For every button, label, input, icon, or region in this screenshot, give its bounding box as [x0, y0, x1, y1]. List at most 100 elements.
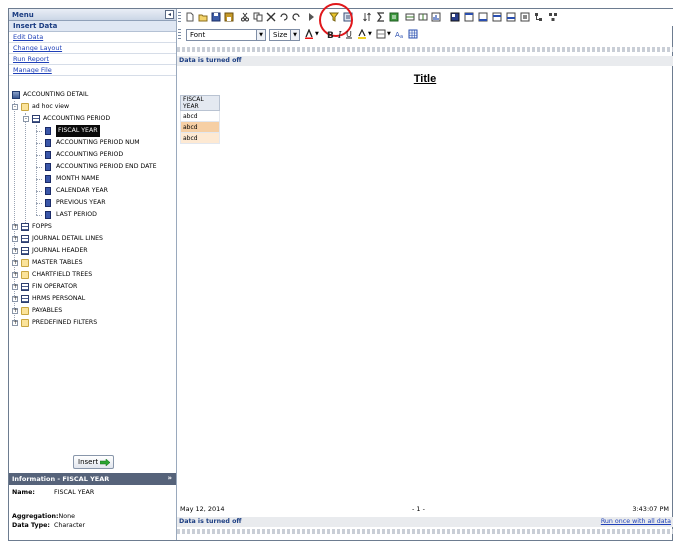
font-select[interactable]: Font ▼: [186, 29, 266, 41]
info-name-label: Name:: [12, 489, 35, 496]
page-footer-icon[interactable]: [478, 12, 488, 22]
expand-icon[interactable]: +: [12, 308, 18, 314]
tree-node[interactable]: PREVIOUS YEAR: [9, 197, 176, 209]
sort-icon[interactable]: [363, 12, 373, 22]
size-select-value: Size: [273, 31, 288, 39]
toolbar-grip[interactable]: [178, 29, 181, 41]
table-row[interactable]: abcd: [180, 132, 220, 144]
delete-icon[interactable]: [266, 12, 276, 22]
toolbar-grip[interactable]: [178, 12, 181, 24]
tree-node[interactable]: ACCOUNTING DETAIL: [9, 89, 176, 101]
bold-icon[interactable]: B: [325, 29, 335, 39]
tree-node[interactable]: + MASTER TABLES: [9, 257, 176, 269]
expand-icon[interactable]: +: [12, 272, 18, 278]
tree-node-label: ACCOUNTING PERIOD NUM: [56, 139, 140, 146]
tree-node[interactable]: + HRMS PERSONAL: [9, 293, 176, 305]
collapse-left-icon[interactable]: ◂: [165, 10, 174, 19]
tree-node[interactable]: + JOURNAL HEADER: [9, 245, 176, 257]
sum-icon[interactable]: [376, 12, 386, 22]
tree-node[interactable]: + PREDEFINED FILTERS: [9, 317, 176, 329]
report-header-icon[interactable]: [492, 12, 502, 22]
menu-title: Menu: [12, 11, 34, 19]
expand-icon[interactable]: +: [12, 296, 18, 302]
tree-node-label: FIN OPERATOR: [32, 283, 78, 290]
tree-node[interactable]: ACCOUNTING PERIOD: [9, 149, 176, 161]
collapse-icon[interactable]: -: [23, 116, 29, 122]
expand-icon[interactable]: +: [12, 284, 18, 290]
insert-row-icon[interactable]: [405, 12, 415, 22]
chevron-down-icon[interactable]: ▼: [368, 31, 372, 37]
chevron-down-icon[interactable]: ▼: [315, 31, 319, 37]
text-style-icon[interactable]: Aa: [395, 29, 405, 39]
font-color-icon[interactable]: [304, 29, 314, 39]
tree-node-label: PREVIOUS YEAR: [56, 199, 106, 206]
expand-icon[interactable]: +: [12, 248, 18, 254]
tree-guide: [36, 155, 42, 156]
open-folder-icon[interactable]: [198, 12, 208, 22]
insert-column-icon[interactable]: [418, 12, 428, 22]
tree-guide: [36, 203, 42, 204]
collapse-icon[interactable]: -: [12, 104, 18, 110]
crosstab-icon[interactable]: [450, 12, 460, 22]
hierarchy-icon[interactable]: [548, 12, 558, 22]
cut-icon[interactable]: [240, 12, 250, 22]
folder-icon: [21, 271, 29, 279]
table-row[interactable]: abcd: [180, 110, 220, 122]
expand-icon[interactable]: +: [12, 320, 18, 326]
tree-node-label: LAST PERIOD: [56, 211, 97, 218]
calculation-icon[interactable]: [389, 12, 399, 22]
expand-icon[interactable]: +: [12, 236, 18, 242]
tree-node[interactable]: FISCAL YEAR: [9, 125, 176, 137]
info-title: Information - FISCAL YEAR: [12, 475, 110, 483]
fill-color-icon[interactable]: [357, 29, 367, 39]
run-once-link[interactable]: Run once with all data: [601, 518, 671, 525]
copy-icon[interactable]: [253, 12, 263, 22]
menu-link-edit-data[interactable]: Edit Data: [9, 32, 176, 43]
tree-node[interactable]: MONTH NAME: [9, 173, 176, 185]
menu-link-manage-file[interactable]: Manage File: [9, 65, 176, 76]
tree-node[interactable]: + CHARTFIELD TREES: [9, 269, 176, 281]
tree-view-icon[interactable]: [534, 12, 544, 22]
table-row[interactable]: abcd: [180, 121, 220, 133]
underline-icon[interactable]: U: [344, 29, 354, 39]
tree-node-label: JOURNAL HEADER: [32, 247, 88, 254]
tree-node[interactable]: - ACCOUNTING PERIOD: [9, 113, 176, 125]
new-document-icon[interactable]: [185, 12, 195, 22]
expand-icon[interactable]: +: [12, 260, 18, 266]
report-title[interactable]: Title: [177, 73, 673, 85]
column-header-fiscal-year[interactable]: FISCAL YEAR: [180, 95, 220, 111]
menu-item-insert-data[interactable]: Insert Data: [9, 21, 176, 32]
save-icon[interactable]: [211, 12, 221, 22]
tree-node[interactable]: ACCOUNTING PERIOD NUM: [9, 137, 176, 149]
table-icon: [21, 223, 29, 231]
grid-icon[interactable]: [408, 29, 418, 39]
size-select[interactable]: Size ▼: [269, 29, 300, 41]
menu-link-change-layout[interactable]: Change Layout: [9, 43, 176, 54]
expand-icon[interactable]: +: [12, 224, 18, 230]
layout-icon[interactable]: [520, 12, 530, 22]
save-as-icon[interactable]: [224, 12, 234, 22]
tree-node[interactable]: + FIN OPERATOR: [9, 281, 176, 293]
play-icon[interactable]: [306, 12, 316, 22]
insert-button[interactable]: Insert: [73, 455, 114, 469]
tree-node[interactable]: + PAYABLES: [9, 305, 176, 317]
page-header-icon[interactable]: [464, 12, 474, 22]
tree-node[interactable]: CALENDAR YEAR: [9, 185, 176, 197]
undo-icon[interactable]: [279, 12, 289, 22]
border-icon[interactable]: [376, 29, 386, 39]
tree-node[interactable]: + JOURNAL DETAIL LINES: [9, 233, 176, 245]
tree-guide: [36, 179, 42, 180]
menu-link-run-report[interactable]: Run Report: [9, 54, 176, 65]
tree-node[interactable]: - ad hoc view: [9, 101, 176, 113]
chart-icon[interactable]: [431, 12, 441, 22]
redo-icon[interactable]: [291, 12, 301, 22]
tree-node[interactable]: LAST PERIOD: [9, 209, 176, 221]
chevron-double-down-icon[interactable]: »: [167, 474, 172, 482]
tree-node[interactable]: + FOPPS: [9, 221, 176, 233]
chevron-down-icon[interactable]: ▼: [387, 31, 391, 37]
tree-guide: [36, 143, 42, 144]
tree-node-label: ACCOUNTING DETAIL: [23, 91, 89, 98]
svg-text:a: a: [400, 34, 403, 39]
tree-node[interactable]: ACCOUNTING PERIOD END DATE: [9, 161, 176, 173]
report-footer-icon[interactable]: [506, 12, 516, 22]
